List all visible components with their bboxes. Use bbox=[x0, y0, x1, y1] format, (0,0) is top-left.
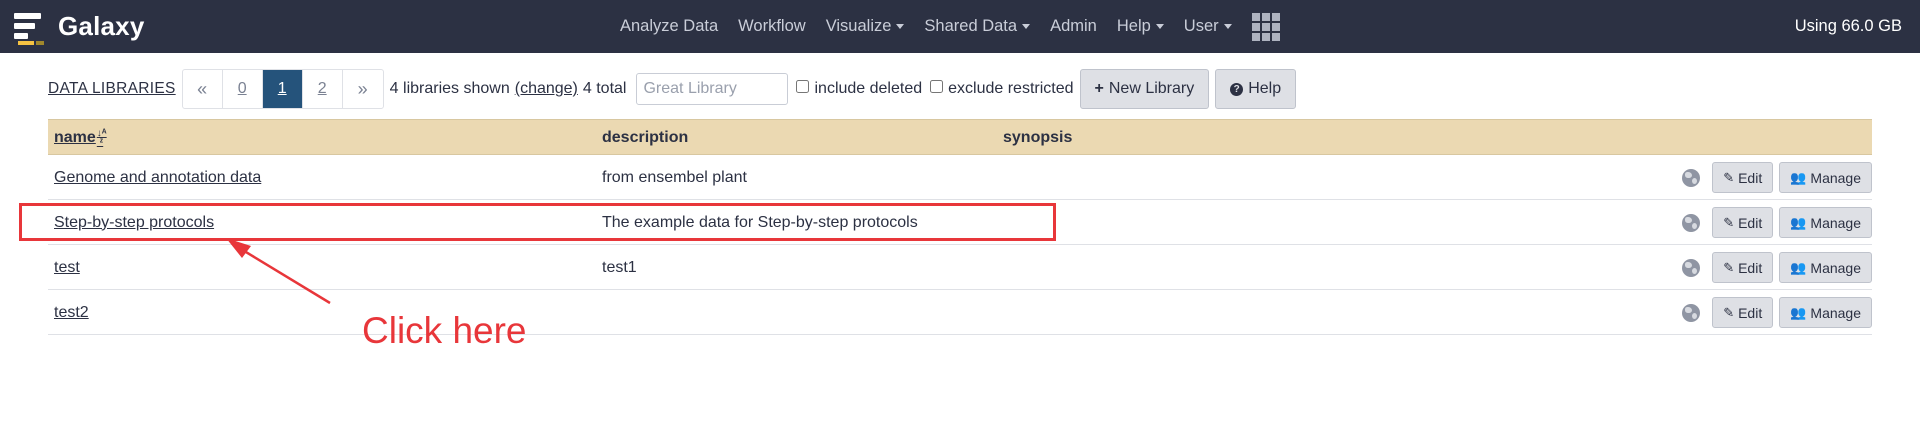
manage-label: Manage bbox=[1810, 169, 1861, 186]
caret-down-icon bbox=[1022, 24, 1031, 29]
plus-icon: + bbox=[1094, 80, 1104, 97]
nav-admin-label: Admin bbox=[1050, 17, 1097, 35]
pagination: « 0 1 2 » bbox=[181, 69, 384, 109]
nav-analyze-data-label: Analyze Data bbox=[620, 17, 719, 35]
edit-button[interactable]: ✎ Edit bbox=[1712, 297, 1774, 328]
annotation-click-here-label: Click here bbox=[362, 310, 527, 351]
globe-public-icon bbox=[1682, 258, 1701, 277]
users-icon: 👥 bbox=[1790, 304, 1807, 320]
nav-admin[interactable]: Admin bbox=[1050, 17, 1097, 36]
users-icon: 👥 bbox=[1790, 259, 1807, 275]
pager-page-1[interactable]: 1 bbox=[262, 70, 303, 108]
column-header-synopsis: synopsis bbox=[1003, 129, 1073, 146]
globe-public-icon bbox=[1682, 303, 1701, 322]
new-library-label: New Library bbox=[1108, 80, 1195, 97]
table-row: test test1 ✎ Edit 👥 Manage bbox=[48, 245, 1872, 290]
edit-label: Edit bbox=[1738, 259, 1763, 276]
nav-shared-data-label: Shared Data bbox=[924, 17, 1018, 35]
help-label: Help bbox=[1248, 80, 1282, 97]
table-row: test2 ✎ Edit 👥 Manage bbox=[48, 290, 1872, 335]
question-circle-icon: ? bbox=[1230, 82, 1244, 96]
library-description: test1 bbox=[602, 258, 637, 276]
pager-page-2[interactable]: 2 bbox=[303, 70, 343, 108]
exclude-restricted-label: exclude restricted bbox=[948, 80, 1074, 97]
nav-user-label: User bbox=[1183, 17, 1219, 35]
library-name-link[interactable]: test2 bbox=[54, 290, 89, 335]
column-header-name-label: name bbox=[54, 129, 96, 146]
libraries-toolbar: DATA LIBRARIES « 0 1 2 » 4 libraries sho… bbox=[48, 68, 1302, 110]
manage-label: Manage bbox=[1810, 304, 1861, 321]
library-name-link[interactable]: Genome and annotation data bbox=[54, 155, 261, 200]
edit-label: Edit bbox=[1738, 169, 1763, 186]
pager-next-button[interactable]: » bbox=[343, 70, 383, 108]
sort-alpha-icon: ↓ᴬ ᶻ bbox=[96, 128, 107, 148]
column-header-description: description bbox=[602, 129, 689, 146]
change-page-size-link[interactable]: (change) bbox=[515, 80, 578, 98]
caret-down-icon bbox=[896, 24, 905, 29]
galaxy-brand-link[interactable]: Galaxy bbox=[14, 0, 145, 53]
navbar: Galaxy Analyze Data Workflow Visualize S… bbox=[0, 0, 1920, 53]
nav-visualize-label: Visualize bbox=[825, 17, 892, 35]
row-actions: ✎ Edit 👥 Manage bbox=[1682, 245, 1872, 290]
edit-label: Edit bbox=[1738, 304, 1763, 321]
help-button[interactable]: ? Help bbox=[1215, 69, 1297, 109]
caret-down-icon bbox=[1155, 24, 1164, 29]
new-library-button[interactable]: + New Library bbox=[1079, 69, 1210, 109]
total-count-text: 4 total bbox=[582, 80, 627, 97]
manage-label: Manage bbox=[1810, 259, 1861, 276]
brand-name: Galaxy bbox=[58, 11, 145, 41]
annotation-highlight-box bbox=[19, 203, 1056, 241]
manage-button[interactable]: 👥 Manage bbox=[1779, 252, 1872, 283]
library-description: from ensembel plant bbox=[602, 168, 747, 186]
main-nav: Analyze Data Workflow Visualize Shared D… bbox=[620, 0, 1280, 53]
edit-button[interactable]: ✎ Edit bbox=[1712, 252, 1774, 283]
apps-grid-icon[interactable] bbox=[1251, 12, 1280, 41]
include-deleted-label: include deleted bbox=[814, 80, 923, 97]
pager-prev-button[interactable]: « bbox=[183, 70, 223, 108]
libraries-shown-text: 4 libraries shown bbox=[389, 80, 510, 97]
row-actions: ✎ Edit 👥 Manage bbox=[1682, 200, 1872, 245]
nav-help[interactable]: Help bbox=[1117, 17, 1164, 36]
nav-visualize[interactable]: Visualize bbox=[826, 17, 905, 36]
globe-public-icon bbox=[1682, 213, 1701, 232]
nav-workflow-label: Workflow bbox=[738, 17, 806, 35]
users-icon: 👥 bbox=[1790, 214, 1807, 230]
edit-button[interactable]: ✎ Edit bbox=[1712, 162, 1774, 193]
manage-button[interactable]: 👥 Manage bbox=[1779, 207, 1872, 238]
library-search-input[interactable] bbox=[636, 73, 789, 105]
row-actions: ✎ Edit 👥 Manage bbox=[1682, 155, 1872, 200]
table-row: Genome and annotation data from ensembel… bbox=[48, 155, 1872, 200]
caret-down-icon bbox=[1223, 24, 1232, 29]
manage-label: Manage bbox=[1810, 214, 1861, 231]
pencil-icon: ✎ bbox=[1723, 304, 1735, 320]
nav-help-label: Help bbox=[1116, 17, 1151, 35]
edit-button[interactable]: ✎ Edit bbox=[1712, 207, 1774, 238]
include-deleted-checkbox[interactable] bbox=[796, 79, 810, 93]
nav-analyze-data[interactable]: Analyze Data bbox=[620, 17, 718, 36]
column-header-name[interactable]: name ↓ᴬ ᶻ bbox=[54, 120, 107, 156]
users-icon: 👥 bbox=[1790, 169, 1807, 185]
globe-public-icon bbox=[1682, 168, 1701, 187]
breadcrumb-data-libraries[interactable]: DATA LIBRARIES bbox=[48, 80, 176, 98]
pencil-icon: ✎ bbox=[1723, 259, 1735, 275]
nav-user[interactable]: User bbox=[1184, 17, 1232, 36]
exclude-restricted-checkbox[interactable] bbox=[930, 79, 944, 93]
nav-workflow[interactable]: Workflow bbox=[738, 17, 806, 36]
galaxy-logo-icon bbox=[14, 9, 48, 45]
storage-usage[interactable]: Using 66.0 GB bbox=[1795, 0, 1902, 53]
pager-page-0[interactable]: 0 bbox=[223, 70, 263, 108]
nav-shared-data[interactable]: Shared Data bbox=[924, 17, 1031, 36]
pencil-icon: ✎ bbox=[1723, 169, 1735, 185]
library-name-link[interactable]: test bbox=[54, 245, 80, 290]
manage-button[interactable]: 👥 Manage bbox=[1779, 162, 1872, 193]
edit-label: Edit bbox=[1738, 214, 1763, 231]
row-actions: ✎ Edit 👥 Manage bbox=[1682, 290, 1872, 335]
table-header: name ↓ᴬ ᶻ description synopsis bbox=[48, 119, 1872, 155]
pencil-icon: ✎ bbox=[1723, 214, 1735, 230]
manage-button[interactable]: 👥 Manage bbox=[1779, 297, 1872, 328]
